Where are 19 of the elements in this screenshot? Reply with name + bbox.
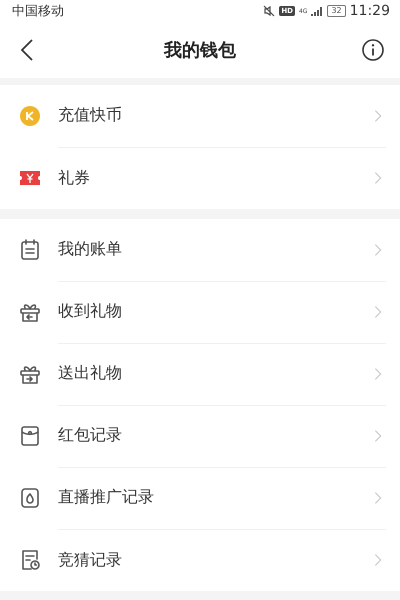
menu-item[interactable]: 竞猜记录 [0, 529, 400, 591]
carrier-name: 中国移动 [12, 3, 64, 20]
signal-icon [311, 6, 324, 16]
menu-item[interactable]: 我的账单 [0, 219, 400, 281]
mute-icon [263, 5, 276, 17]
menu-item[interactable]: 礼券 [0, 147, 400, 209]
calendar-icon [18, 238, 42, 262]
menu-item[interactable]: 送出礼物 [0, 343, 400, 405]
menu-item[interactable]: 收到礼物 [0, 281, 400, 343]
envelope-icon [18, 424, 42, 448]
flame-icon [18, 486, 42, 510]
coin-icon [18, 104, 42, 128]
battery-level: 32 [327, 5, 346, 17]
menu-item[interactable]: 充值快币 [0, 85, 400, 147]
page-title: 我的钱包 [164, 39, 236, 62]
clock-time: 11:29 [350, 3, 390, 19]
menu-item[interactable]: 红包记录 [0, 405, 400, 467]
menu-item[interactable]: 直播推广记录 [0, 467, 400, 529]
info-icon[interactable] [360, 37, 386, 63]
